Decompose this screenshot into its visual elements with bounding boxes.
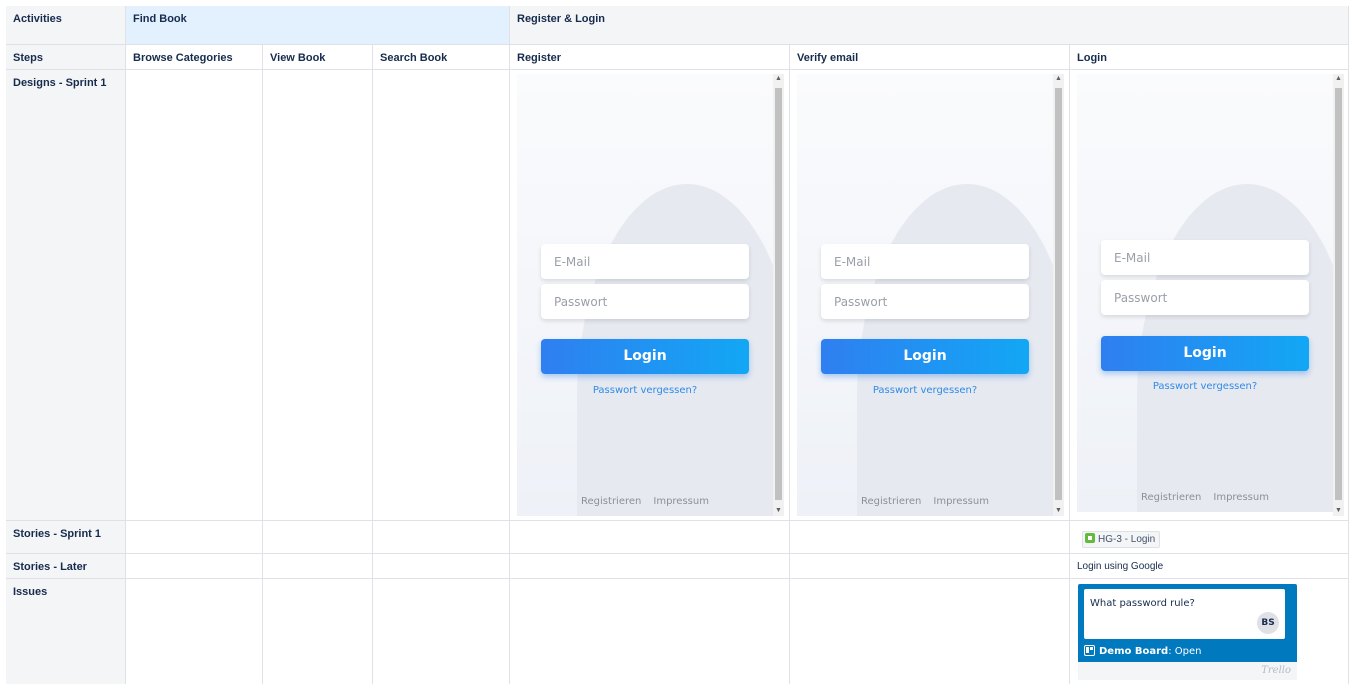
step-search-book[interactable]: Search Book (373, 45, 510, 70)
step-register[interactable]: Register (510, 45, 790, 70)
story-map-grid: Activities Find Book Register & Login St… (6, 6, 1349, 684)
row-header-designs: Designs - Sprint 1 (6, 70, 126, 521)
login-mockup-login: E-Mail Passwort Login Passwort vergessen… (1077, 74, 1333, 512)
register-link[interactable]: Registrieren (1141, 492, 1201, 503)
row-header-steps: Steps (6, 45, 126, 70)
scroll-down-icon[interactable]: ▼ (773, 506, 784, 516)
scrollbar[interactable]: ▲ ▼ (1053, 74, 1064, 516)
row-header-stories-later: Stories - Later (6, 554, 126, 579)
trello-board-link[interactable]: Demo Board: Open (1084, 645, 1201, 657)
story-icon (1085, 533, 1095, 543)
board-name: Demo Board (1099, 646, 1169, 657)
issue-cell (510, 579, 790, 684)
story-cell (263, 521, 373, 554)
trello-board-icon (1084, 645, 1095, 656)
register-link[interactable]: Registrieren (581, 496, 641, 507)
mockup-footer: Registrieren Impressum (517, 496, 773, 507)
later-cell (790, 554, 1070, 579)
later-cell (263, 554, 373, 579)
login-button[interactable]: Login (541, 339, 749, 374)
board-status: : Open (1168, 646, 1202, 657)
issue-cell (263, 579, 373, 684)
later-story-google[interactable]: Login using Google (1077, 561, 1163, 572)
forgot-password-link[interactable]: Passwort vergessen? (1101, 381, 1309, 392)
design-cell-browse (126, 70, 263, 521)
step-login[interactable]: Login (1070, 45, 1349, 70)
trello-logo[interactable]: Trello (1261, 665, 1291, 676)
login-button[interactable]: Login (1101, 336, 1309, 371)
step-view-book[interactable]: View Book (263, 45, 373, 70)
issue-cell (790, 579, 1070, 684)
scrollbar-thumb[interactable] (1055, 88, 1062, 500)
later-cell (373, 554, 510, 579)
activity-find-book[interactable]: Find Book (126, 6, 510, 45)
imprint-link[interactable]: Impressum (653, 496, 709, 507)
email-input[interactable]: E-Mail (541, 244, 749, 279)
story-cell (126, 521, 263, 554)
trello-card[interactable]: What password rule? BS (1084, 589, 1285, 639)
email-input[interactable]: E-Mail (821, 244, 1029, 279)
later-cell (126, 554, 263, 579)
scroll-up-icon[interactable]: ▲ (773, 74, 784, 84)
issue-cell (373, 579, 510, 684)
mockup-footer: Registrieren Impressum (1077, 492, 1333, 503)
issue-cell (126, 579, 263, 684)
login-button[interactable]: Login (821, 339, 1029, 374)
forgot-password-link[interactable]: Passwort vergessen? (541, 385, 749, 396)
row-header-activities: Activities (6, 6, 126, 45)
scrollbar-thumb[interactable] (775, 88, 782, 500)
scrollbar[interactable]: ▲ ▼ (1333, 74, 1344, 516)
step-browse-categories[interactable]: Browse Categories (126, 45, 263, 70)
row-header-issues: Issues (6, 579, 126, 684)
story-cell (373, 521, 510, 554)
login-mockup-register: E-Mail Passwort Login Passwort vergessen… (517, 74, 773, 516)
story-chip-label: HG-3 - Login (1098, 534, 1156, 545)
design-cell-search (373, 70, 510, 521)
scroll-down-icon[interactable]: ▼ (1053, 506, 1064, 516)
email-input[interactable]: E-Mail (1101, 240, 1309, 275)
register-link[interactable]: Registrieren (861, 496, 921, 507)
scroll-down-icon[interactable]: ▼ (1333, 506, 1344, 516)
imprint-link[interactable]: Impressum (933, 496, 989, 507)
trello-card-title: What password rule? (1090, 598, 1195, 609)
trello-card-embed[interactable]: What password rule? BS Demo Board: Open … (1078, 584, 1297, 680)
scroll-up-icon[interactable]: ▲ (1333, 74, 1344, 84)
password-input[interactable]: Passwort (1101, 280, 1309, 315)
forgot-password-link[interactable]: Passwort vergessen? (821, 385, 1029, 396)
imprint-link[interactable]: Impressum (1213, 492, 1269, 503)
activity-register-login[interactable]: Register & Login (510, 6, 1349, 45)
design-cell-view (263, 70, 373, 521)
login-mockup-verify: E-Mail Passwort Login Passwort vergessen… (797, 74, 1053, 516)
row-header-stories-sprint: Stories - Sprint 1 (6, 521, 126, 554)
story-chip-hg3[interactable]: HG-3 - Login (1082, 531, 1161, 548)
story-cell (510, 521, 790, 554)
avatar[interactable]: BS (1257, 612, 1279, 634)
story-cell (790, 521, 1070, 554)
password-input[interactable]: Passwort (541, 284, 749, 319)
scrollbar[interactable]: ▲ ▼ (773, 74, 784, 516)
trello-footer: Trello (1078, 662, 1297, 680)
password-input[interactable]: Passwort (821, 284, 1029, 319)
step-verify-email[interactable]: Verify email (790, 45, 1070, 70)
mockup-footer: Registrieren Impressum (797, 496, 1053, 507)
later-cell (510, 554, 790, 579)
scroll-up-icon[interactable]: ▲ (1053, 74, 1064, 84)
scrollbar-thumb[interactable] (1335, 88, 1342, 500)
